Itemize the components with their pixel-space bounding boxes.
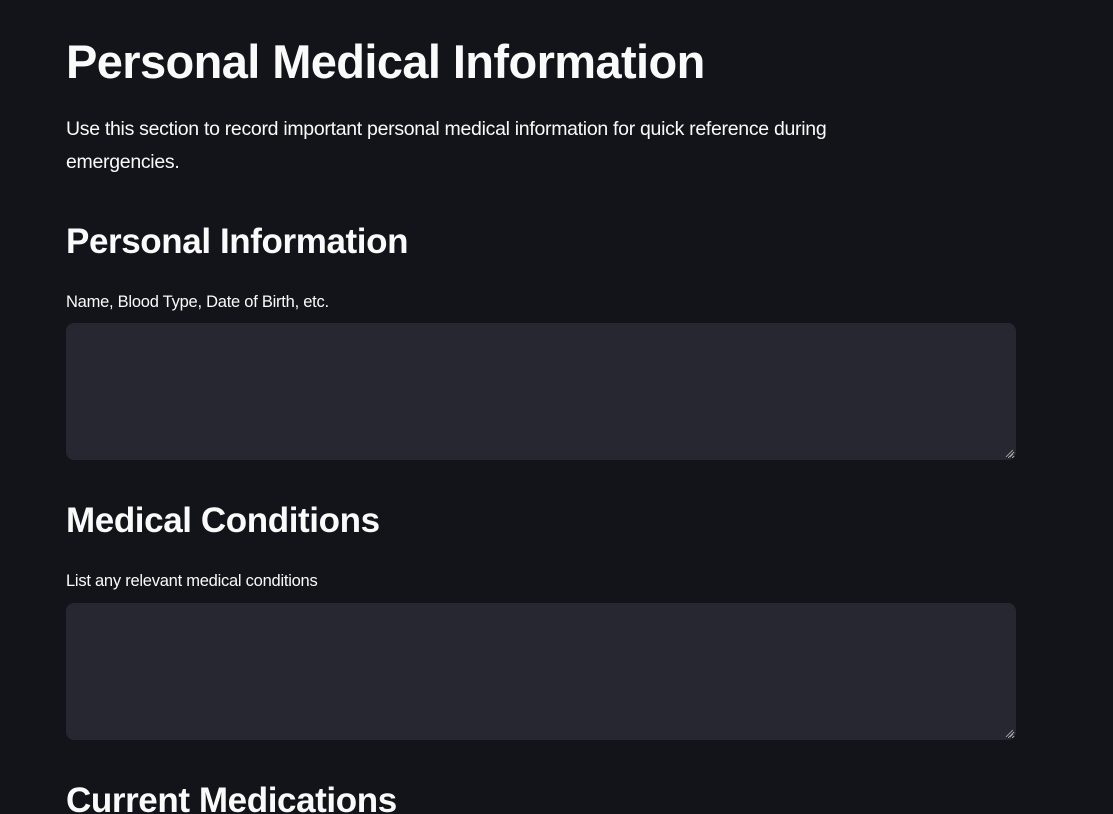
page-title: Personal Medical Information	[66, 35, 705, 88]
section-heading-medical-conditions: Medical Conditions	[66, 501, 380, 540]
personal-information-textarea[interactable]	[66, 323, 1016, 460]
personal-information-field-label: Name, Blood Type, Date of Birth, etc.	[66, 293, 329, 311]
page-intro: Use this section to record important per…	[66, 118, 827, 173]
section-heading-current-medications: Current Medications	[66, 781, 397, 814]
medical-conditions-textarea[interactable]	[66, 603, 1016, 740]
medical-conditions-field-label: List any relevant medical conditions	[66, 572, 318, 590]
section-heading-personal-information: Personal Information	[66, 222, 409, 261]
page: Personal Medical Information Use this se…	[0, 0, 1113, 814]
